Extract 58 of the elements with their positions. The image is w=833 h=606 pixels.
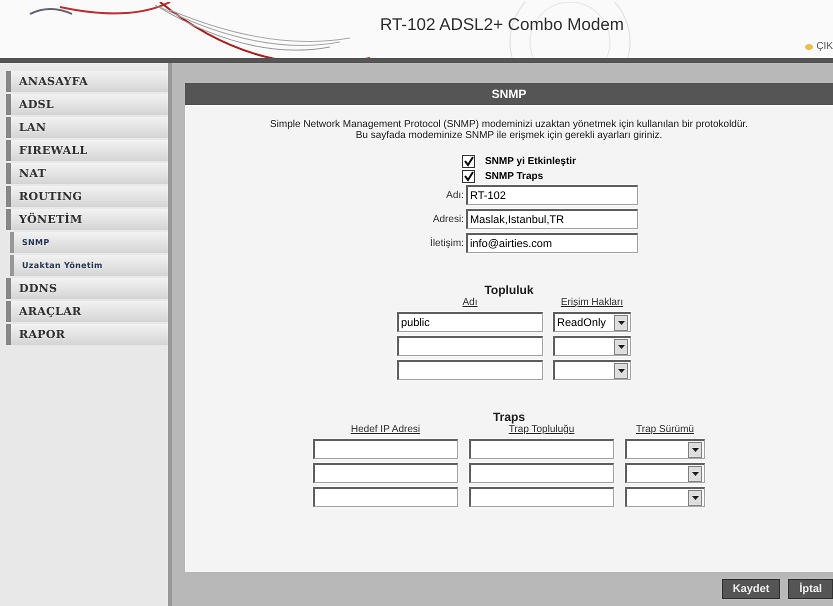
field-label: İletişim: <box>430 238 464 248</box>
input-field[interactable] <box>397 360 543 380</box>
field-label: Adı: <box>445 190 464 200</box>
intro-text: Bu sayfada modeminize SNMP ile erişmek için gerekli ayarları giriniz. <box>356 130 662 141</box>
caret-icon <box>614 362 628 378</box>
sidebar-item[interactable]: RAPOR <box>6 324 168 345</box>
input-field[interactable]: public <box>397 312 543 332</box>
checkbox[interactable] <box>462 155 476 168</box>
input-field[interactable] <box>313 463 458 483</box>
checkbox-label: SNMP yi Etkinleştir <box>485 156 576 167</box>
dropdown[interactable] <box>625 487 705 507</box>
column-header: Trap Topluluğu <box>508 424 576 435</box>
dropdown[interactable]: ReadOnly <box>553 312 631 332</box>
intro-text: Simple Network Management Protocol (SNMP) modeminizi uzaktan yönetmek için kullanılan bir protokoldür. <box>270 119 748 130</box>
input-field[interactable] <box>313 439 458 459</box>
caret-icon <box>614 314 628 330</box>
input-field[interactable]: Maslak,Istanbul,TR <box>466 209 638 229</box>
column-header: Trap Sürümü <box>635 424 695 435</box>
save-button[interactable]: Kaydet <box>722 579 780 599</box>
sidebar-item[interactable]: ADSL <box>6 94 168 115</box>
column-header: Erişim Hakları <box>560 297 624 308</box>
logout-icon <box>805 44 814 50</box>
dropdown[interactable] <box>553 360 631 380</box>
sidebar-item[interactable]: ANASAYFA <box>6 71 168 92</box>
input-field[interactable] <box>397 336 543 356</box>
input-field[interactable] <box>313 487 458 507</box>
field-label: Adresi: <box>432 214 464 224</box>
logout-link[interactable]: ÇIK <box>805 41 833 52</box>
dropdown[interactable] <box>625 463 705 483</box>
input-field[interactable]: info@airties.com <box>466 233 638 253</box>
checkbox-label: SNMP Traps <box>485 171 544 182</box>
caret-icon <box>614 338 628 354</box>
input-field[interactable] <box>469 487 614 507</box>
caret-icon <box>688 466 702 482</box>
sidebar-item[interactable]: NAT <box>6 163 168 184</box>
caret-icon <box>688 490 702 506</box>
header-title: RT-102 ADSL2+ Combo Modem <box>380 15 624 35</box>
dropdown[interactable] <box>553 336 631 356</box>
sidebar-item[interactable]: SNMP <box>10 232 168 253</box>
sidebar-item[interactable]: ARAÇLAR <box>6 301 168 322</box>
sidebar-item[interactable]: DDNS <box>6 278 168 299</box>
dropdown[interactable] <box>625 439 705 459</box>
section-title: Traps <box>492 410 525 424</box>
sidebar-item[interactable]: YÖNETİM <box>6 209 168 230</box>
sidebar-item[interactable]: FIREWALL <box>6 140 168 161</box>
input-field[interactable]: RT-102 <box>466 185 638 205</box>
input-field[interactable] <box>469 439 614 459</box>
column-header: Hedef IP Adresi <box>350 424 422 435</box>
column-header: Adı <box>461 297 478 308</box>
caret-icon <box>688 442 702 458</box>
panel-title: SNMP <box>185 83 833 105</box>
checkbox[interactable] <box>462 170 476 183</box>
section-title: Topluluk <box>484 283 534 297</box>
sidebar-item[interactable]: Uzaktan Yönetim <box>10 255 168 276</box>
sidebar-item[interactable]: LAN <box>6 117 168 138</box>
cancel-button[interactable]: İptal <box>788 579 833 599</box>
sidebar-item[interactable]: ROUTING <box>6 186 168 207</box>
input-field[interactable] <box>469 463 614 483</box>
